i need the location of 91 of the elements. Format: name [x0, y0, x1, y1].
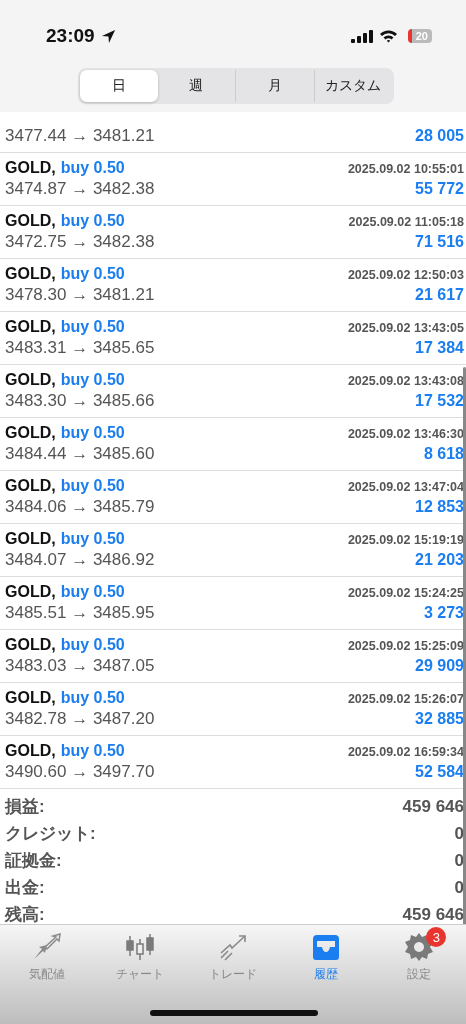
period-tab[interactable]: 月 — [235, 70, 314, 102]
summary-value: 0 — [454, 823, 464, 844]
summary-value: 0 — [454, 850, 464, 871]
location-arrow-icon — [100, 28, 116, 44]
deal-time: 2025.09.02 10:55:01 — [347, 162, 464, 176]
settings-icon — [404, 932, 435, 962]
deal-side: buy 0.50 — [60, 530, 125, 548]
signal-icon — [350, 29, 373, 43]
wifi-icon — [378, 29, 398, 43]
deal-side: buy 0.50 — [60, 636, 125, 654]
price-range: 3483.31 → 3485.65 — [5, 338, 155, 358]
symbol-label: GOLD, — [5, 424, 56, 442]
deal-side: buy 0.50 — [60, 371, 125, 389]
profit-amount: 8 618 — [423, 445, 464, 463]
profit-amount: 71 516 — [415, 233, 464, 251]
trend-arrow-icon — [218, 933, 248, 961]
tab-bar-item[interactable]: 気配値 — [0, 931, 94, 982]
summary-label: 証拠金: — [5, 850, 62, 872]
symbol-label: GOLD, — [5, 689, 56, 707]
candlestick-icon — [124, 933, 155, 961]
symbol-label: GOLD, — [5, 265, 56, 283]
summary-label: 残高: — [5, 904, 45, 924]
profit-amount: 17 532 — [415, 392, 464, 410]
profit-amount: 28 005 — [415, 127, 464, 145]
period-tab[interactable]: カスタム — [313, 70, 392, 102]
symbol-label: GOLD, — [5, 530, 56, 548]
deal-side: buy 0.50 — [60, 689, 125, 707]
price-range: 3483.30 → 3485.66 — [5, 391, 155, 411]
deal-side: buy 0.50 — [60, 477, 125, 495]
deal-time: 2025.09.02 16:59:34 — [347, 745, 464, 759]
deal-time: 2025.09.02 13:43:08 — [347, 374, 464, 388]
profit-amount: 55 772 — [415, 180, 464, 198]
deal-side: buy 0.50 — [60, 318, 125, 336]
price-range: 3477.44 → 3481.21 — [5, 126, 155, 146]
price-range: 3490.60 → 3497.70 — [5, 762, 155, 782]
tab-bar-item[interactable]: 履歴 — [279, 931, 373, 982]
diagonal-arrows-icon — [31, 933, 62, 961]
symbol-label: GOLD, — [5, 318, 56, 336]
deal-time: 2025.09.02 13:46:30 — [347, 427, 464, 441]
deal-time: 2025.09.02 13:43:05 — [347, 321, 464, 335]
symbol-label: GOLD, — [5, 583, 56, 601]
price-range: 3485.51 → 3485.95 — [5, 603, 155, 623]
price-range: 3472.75 → 3482.38 — [5, 232, 155, 252]
summary-label: クレジット: — [5, 823, 96, 845]
price-range: 3484.06 → 3485.79 — [5, 497, 155, 517]
deal-side: buy 0.50 — [60, 583, 125, 601]
summary-label: 出金: — [5, 877, 45, 899]
deal-time: 2025.09.02 12:50:03 — [347, 268, 464, 282]
profit-amount: 3 273 — [423, 604, 464, 622]
deal-time: 2025.09.02 15:25:09 — [347, 639, 464, 653]
price-range: 3483.03 → 3487.05 — [5, 656, 155, 676]
deal-side: buy 0.50 — [60, 265, 125, 283]
symbol-label: GOLD, — [5, 159, 56, 177]
symbol-label: GOLD, — [5, 371, 56, 389]
inbox-tray-icon — [311, 933, 342, 961]
profit-amount: 29 909 — [415, 657, 464, 675]
profit-amount: 32 885 — [415, 710, 464, 728]
price-range: 3478.30 → 3481.21 — [5, 285, 155, 305]
profit-amount: 21 617 — [415, 286, 464, 304]
profit-amount: 52 584 — [415, 763, 464, 781]
deal-side: buy 0.50 — [60, 742, 125, 760]
tab-bar-item[interactable]: チャート — [93, 931, 187, 982]
summary-value: 459 646 — [402, 796, 464, 817]
notification-badge: 3 — [426, 927, 447, 947]
profit-amount: 17 384 — [415, 339, 464, 357]
symbol-label: GOLD, — [5, 212, 56, 230]
profit-amount: 21 203 — [415, 551, 464, 569]
summary-label: 損益: — [5, 796, 45, 818]
deal-time: 2025.09.02 15:24:25 — [347, 586, 464, 600]
deal-time: 2025.09.02 13:47:04 — [347, 480, 464, 494]
deal-side: buy 0.50 — [60, 424, 125, 442]
deal-time: 2025.09.02 11:05:18 — [348, 215, 464, 229]
price-range: 3474.87 → 3482.38 — [5, 179, 155, 199]
deal-time: 2025.09.02 15:26:07 — [347, 692, 464, 706]
deal-side: buy 0.50 — [60, 159, 125, 177]
price-range: 3484.44 → 3485.60 — [5, 444, 155, 464]
summary-value: 0 — [454, 877, 464, 898]
symbol-label: GOLD, — [5, 477, 56, 495]
deal-side: buy 0.50 — [60, 212, 125, 230]
tab-bar-item[interactable]: トレード — [186, 931, 280, 982]
price-range: 3484.07 → 3486.92 — [5, 550, 155, 570]
battery-indicator: 20 — [407, 29, 432, 43]
period-tab[interactable]: 日 — [80, 70, 158, 102]
price-range: 3482.78 → 3487.20 — [5, 709, 155, 729]
profit-amount: 12 853 — [415, 498, 464, 516]
symbol-label: GOLD, — [5, 636, 56, 654]
clock-time: 23:09 — [46, 25, 95, 47]
period-tab[interactable]: 週 — [157, 70, 235, 102]
symbol-label: GOLD, — [5, 742, 56, 760]
deal-time: 2025.09.02 15:19:19 — [347, 533, 464, 547]
summary-value: 459 646 — [402, 904, 464, 924]
